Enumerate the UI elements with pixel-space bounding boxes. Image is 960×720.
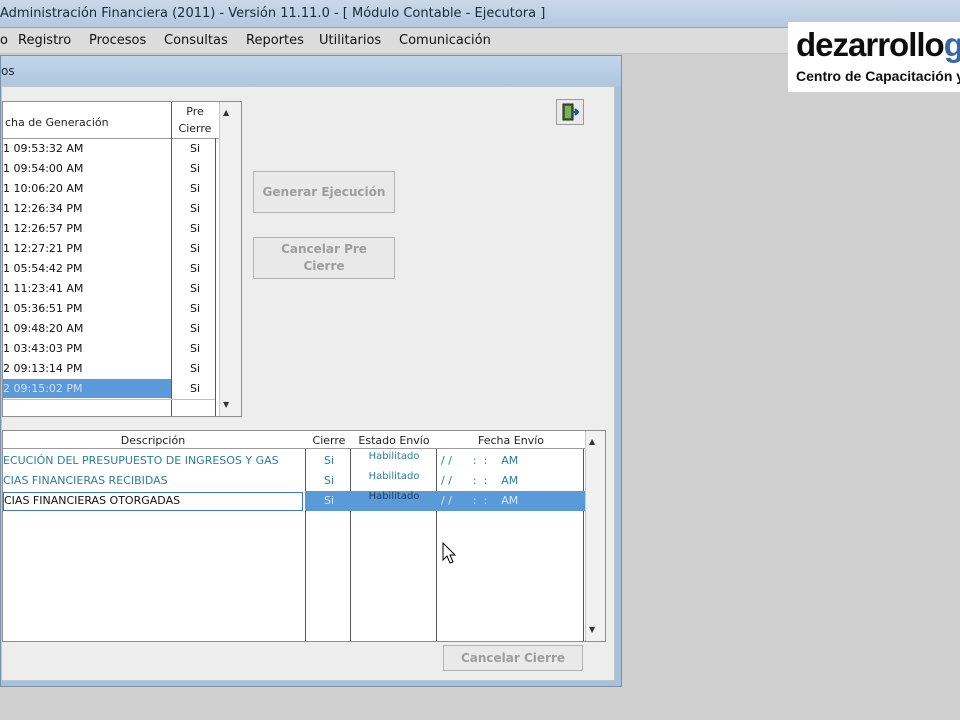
- generation-date: 1 12:26:34 PM: [3, 202, 83, 215]
- button-label-line2: Cierre: [303, 259, 345, 273]
- mouse-cursor-icon: [442, 542, 457, 564]
- report-scrollbar[interactable]: ▲ ▼: [585, 431, 605, 641]
- generation-row[interactable]: 1 12:27:21 PM Si: [3, 239, 237, 259]
- dialog-client-area: cha de Generación Pre Cierre 1 09:53:32 …: [1, 86, 615, 681]
- logo-brand: dezarrollo: [796, 26, 945, 63]
- scroll-up-icon[interactable]: ▲: [589, 437, 595, 446]
- generation-date: 1 09:53:32 AM: [3, 142, 84, 155]
- generation-row[interactable]: 1 12:26:34 PM Si: [3, 199, 237, 219]
- pre-cierre-value: Si: [189, 382, 201, 395]
- menu-item-registro[interactable]: Registro: [18, 33, 71, 48]
- col-header-pre-line2: Cierre: [178, 122, 212, 135]
- fecha-envio-value: / / : : AM: [441, 474, 519, 487]
- exit-button[interactable]: [556, 99, 584, 125]
- generation-row[interactable]: 1 03:43:03 PM Si: [3, 339, 237, 359]
- header-divider: [3, 448, 585, 449]
- menu-item-comunicacion[interactable]: Comunicación: [399, 33, 491, 48]
- pre-cierre-value: Si: [189, 262, 201, 275]
- generation-date: 1 09:54:00 AM: [3, 162, 84, 175]
- generation-row[interactable]: 2 09:13:14 PM Si: [3, 359, 237, 379]
- generation-date: 1 11:23:41 AM: [3, 282, 84, 295]
- generation-date: 2 09:15:02 PM: [3, 382, 83, 395]
- report-row[interactable]: CIAS FINANCIERAS RECIBIDAS Si Habilitado…: [3, 471, 603, 491]
- pre-cierre-value: Si: [189, 182, 201, 195]
- report-description: ECUCIÓN DEL PRESUPUESTO DE INGRESOS Y GA…: [3, 454, 279, 467]
- logo-tagline: Centro de Capacitación y: [796, 68, 960, 84]
- generation-row[interactable]: 1 05:54:42 PM Si: [3, 259, 237, 279]
- generation-date: 1 05:36:51 PM: [3, 302, 83, 315]
- row-divider: [3, 399, 215, 400]
- pre-cierre-value: Si: [189, 242, 201, 255]
- menu-item-first[interactable]: o: [0, 33, 8, 48]
- menu-item-consultas[interactable]: Consultas: [164, 33, 228, 48]
- col-header-descripcion: Descripción: [120, 434, 186, 447]
- generation-row[interactable]: 1 05:36:51 PM Si: [3, 299, 237, 319]
- logo-brand-accent: gl: [943, 26, 960, 63]
- cancelar-pre-cierre-button[interactable]: Cancelar Pre Cierre: [253, 237, 395, 279]
- pre-cierre-value: Si: [189, 202, 201, 215]
- cancelar-cierre-button[interactable]: Cancelar Cierre: [443, 645, 583, 671]
- generation-date: 1 12:27:21 PM: [3, 242, 83, 255]
- generation-grid: cha de Generación Pre Cierre 1 09:53:32 …: [2, 101, 242, 417]
- brand-logo: dezarrollogl Centro de Capacitación y: [788, 22, 960, 92]
- estado-envio-value: Habilitado: [368, 471, 420, 482]
- report-row[interactable]: ECUCIÓN DEL PRESUPUESTO DE INGRESOS Y GA…: [3, 451, 603, 471]
- report-grid: Descripción Cierre Estado Envío Fecha En…: [2, 430, 606, 642]
- menu-item-utilitarios[interactable]: Utilitarios: [319, 33, 381, 48]
- pre-cierre-value: Si: [189, 302, 201, 315]
- pre-cierre-value: Si: [189, 162, 201, 175]
- closing-dialog: os cha de Generación Pre Cierre 1 09:53:…: [0, 55, 622, 687]
- button-label-line1: Cancelar Pre: [281, 242, 367, 256]
- generation-date: 1 10:06:20 AM: [3, 182, 84, 195]
- scroll-up-icon[interactable]: ▲: [223, 108, 229, 117]
- report-description: CIAS FINANCIERAS RECIBIDAS: [3, 474, 168, 487]
- generation-scrollbar[interactable]: ▲ ▼: [219, 102, 241, 416]
- estado-envio-value: Habilitado: [368, 491, 420, 502]
- app-title: Administración Financiera (2011) - Versi…: [0, 6, 546, 21]
- generation-row[interactable]: 1 12:26:57 PM Si: [3, 219, 237, 239]
- generation-row[interactable]: 1 09:53:32 AM Si: [3, 139, 237, 159]
- col-header-estado-envio: Estado Envío: [358, 434, 430, 447]
- generation-row[interactable]: 1 09:54:00 AM Si: [3, 159, 237, 179]
- pre-cierre-value: Si: [189, 282, 201, 295]
- fecha-envio-value: / / : : AM: [441, 454, 519, 467]
- scroll-down-icon[interactable]: ▼: [589, 625, 595, 634]
- generation-row[interactable]: 1 10:06:20 AM Si: [3, 179, 237, 199]
- generation-date: 1 09:48:20 AM: [3, 322, 84, 335]
- scroll-down-icon[interactable]: ▼: [223, 400, 229, 409]
- col-header-fecha-envio: Fecha Envío: [478, 434, 544, 447]
- cierre-value: Si: [323, 494, 335, 507]
- col-header-pre-line1: Pre: [186, 105, 204, 118]
- col-header-fecha-generacion: cha de Generación: [5, 116, 109, 129]
- pre-cierre-value: Si: [189, 142, 201, 155]
- generation-row[interactable]: 1 09:48:20 AM Si: [3, 319, 237, 339]
- pre-cierre-value: Si: [189, 222, 201, 235]
- generation-row[interactable]: 1 11:23:41 AM Si: [3, 279, 237, 299]
- generation-date: 2 09:13:14 PM: [3, 362, 83, 375]
- pre-cierre-value: Si: [189, 342, 201, 355]
- cierre-value: Si: [323, 474, 335, 487]
- menu-item-procesos[interactable]: Procesos: [89, 33, 146, 48]
- report-row-selected[interactable]: CIAS FINANCIERAS OTORGADAS Si Habilitado…: [3, 491, 603, 511]
- generation-date: 1 12:26:57 PM: [3, 222, 83, 235]
- pre-cierre-value: Si: [189, 362, 201, 375]
- door-exit-icon: [562, 103, 579, 121]
- pre-cierre-value: Si: [189, 322, 201, 335]
- menu-item-reportes[interactable]: Reportes: [246, 33, 304, 48]
- dialog-title-bar: os: [1, 56, 621, 86]
- fecha-envio-value: / / : : AM: [441, 494, 519, 507]
- cierre-value: Si: [323, 454, 335, 467]
- generation-date: 1 03:43:03 PM: [3, 342, 83, 355]
- logo-text: dezarrollogl: [796, 26, 960, 64]
- report-description-editor[interactable]: CIAS FINANCIERAS OTORGADAS: [3, 492, 303, 511]
- generar-ejecucion-button[interactable]: Generar Ejecución: [253, 171, 395, 213]
- generation-row-selected[interactable]: 2 09:15:02 PM Si: [3, 379, 237, 399]
- generation-date: 1 05:54:42 PM: [3, 262, 83, 275]
- dialog-title: os: [1, 64, 15, 78]
- estado-envio-value: Habilitado: [368, 451, 420, 462]
- col-header-cierre: Cierre: [312, 434, 346, 447]
